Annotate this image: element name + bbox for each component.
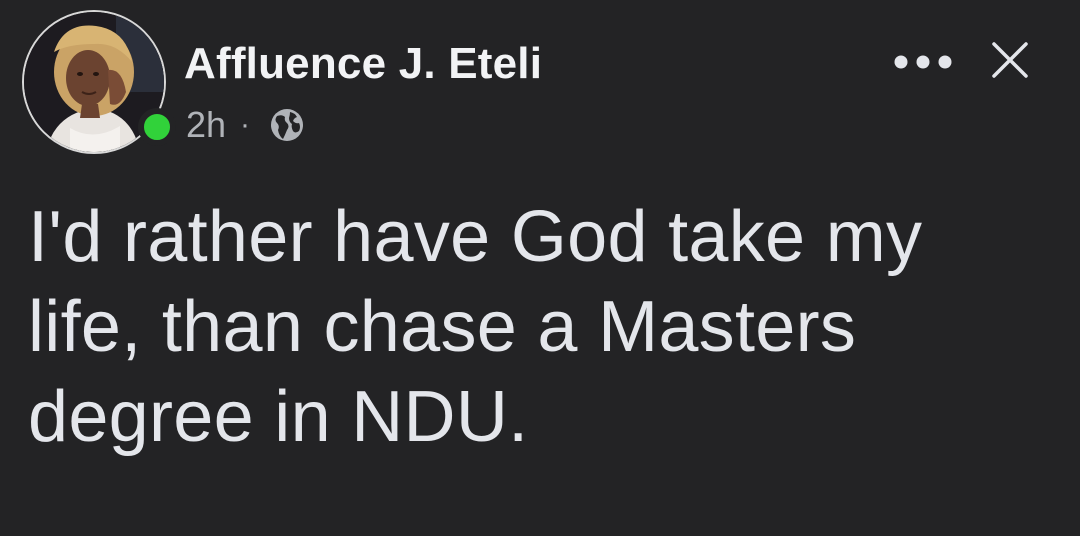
globe-icon[interactable] (268, 106, 306, 144)
post-card: Affluence J. Eteli 2h · I'd rather have … (0, 0, 1080, 536)
author-name[interactable]: Affluence J. Eteli (184, 38, 542, 90)
meta-separator: · (240, 108, 251, 141)
close-button[interactable] (986, 36, 1034, 84)
more-horizontal-icon (894, 55, 952, 69)
post-meta: 2h · (186, 102, 306, 148)
post-body-text: I'd rather have God take my life, than c… (28, 197, 923, 457)
online-status-indicator (138, 108, 176, 146)
more-options-button[interactable] (888, 40, 958, 84)
avatar-container[interactable] (22, 10, 176, 154)
post-timestamp[interactable]: 2h (186, 102, 226, 148)
close-icon (992, 42, 1028, 78)
